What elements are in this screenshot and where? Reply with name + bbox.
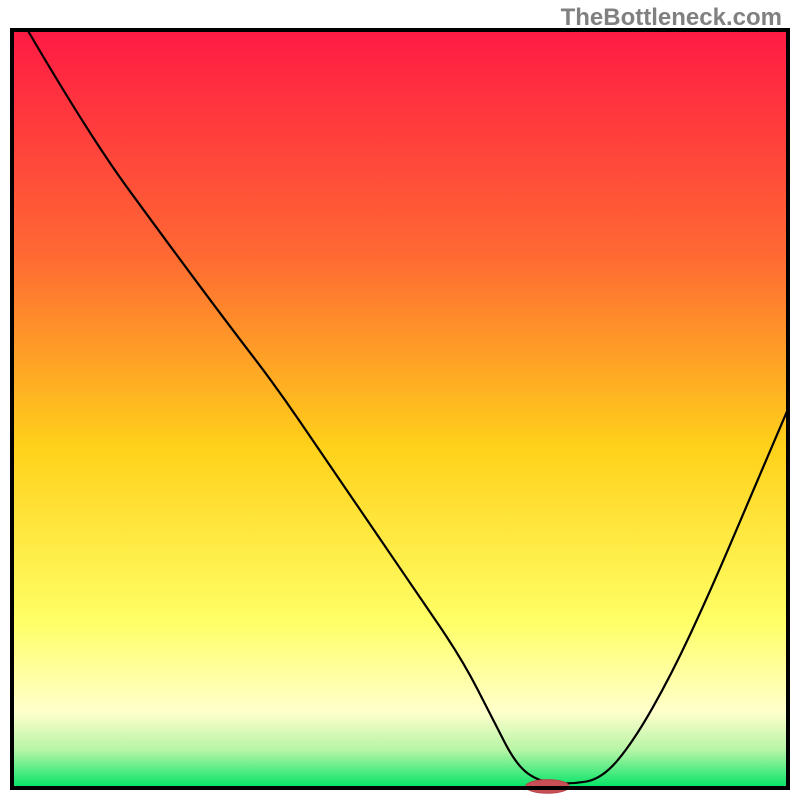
bottleneck-chart: [0, 0, 800, 800]
watermark-text: TheBottleneck.com: [561, 4, 782, 32]
chart-container: TheBottleneck.com: [0, 0, 800, 800]
